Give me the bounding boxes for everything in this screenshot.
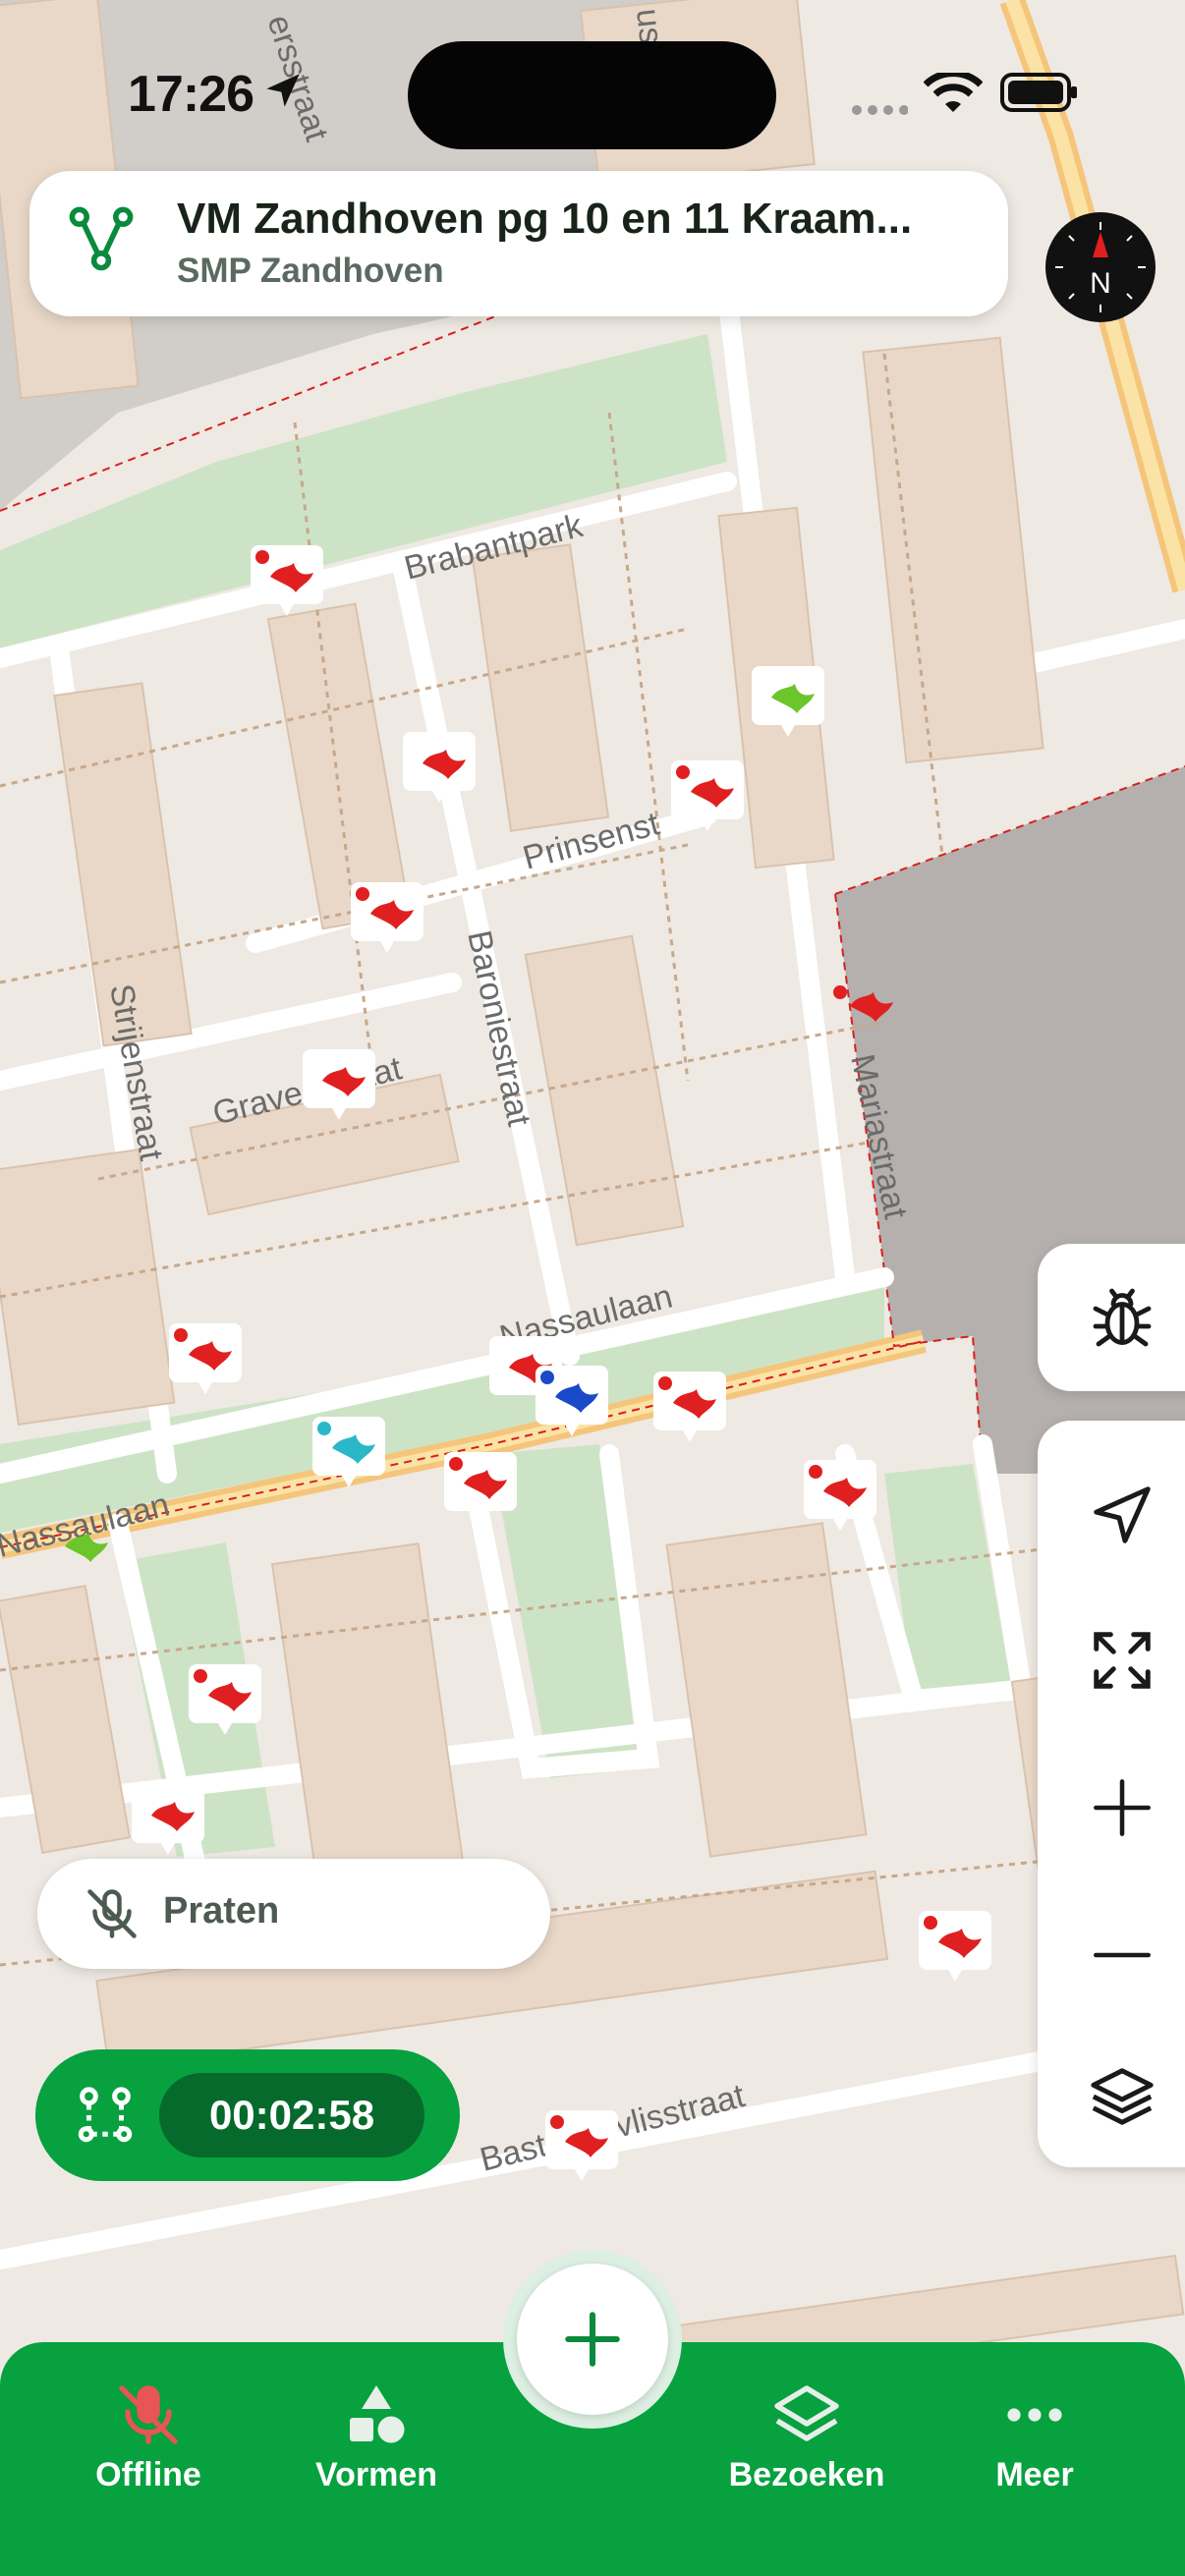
plus-icon <box>565 2312 620 2367</box>
nav-label-bezoeken: Bezoeken <box>728 2456 885 2493</box>
compass-icon: N <box>1051 218 1150 316</box>
mic-off-icon <box>119 2385 178 2444</box>
project-title: VM Zandhoven pg 10 en 11 Kraam... <box>177 195 913 243</box>
zoom-in-button[interactable] <box>1075 1761 1169 1855</box>
nav-label-offline: Offline <box>95 2456 201 2493</box>
bug-icon <box>1093 1288 1152 1347</box>
timer-display: 00:02:58 <box>159 2073 424 2157</box>
add-observation-button[interactable] <box>517 2264 668 2415</box>
location-arrow-icon <box>266 74 300 107</box>
minus-icon <box>1094 1952 1151 1958</box>
more-icon <box>1007 2408 1062 2422</box>
locate-button[interactable] <box>1075 1468 1169 1562</box>
expand-icon <box>1094 1632 1151 1689</box>
layers-icon <box>774 2385 839 2441</box>
signal-icon <box>852 105 908 115</box>
talk-label: Praten <box>163 1890 280 1932</box>
route-points-icon <box>78 2087 133 2143</box>
dynamic-island <box>408 41 776 149</box>
zoom-out-button[interactable] <box>1075 1908 1169 2002</box>
fit-bounds-button[interactable] <box>1075 1613 1169 1708</box>
nav-vormen[interactable]: Vormen <box>273 2380 480 2507</box>
project-subtitle: SMP Zandhoven <box>177 252 444 290</box>
battery-icon <box>1000 73 1077 112</box>
talk-button[interactable]: Praten <box>37 1859 550 1969</box>
shapes-icon <box>350 2385 405 2443</box>
nav-bezoeken[interactable]: Bezoeken <box>704 2380 910 2507</box>
clock: 17:26 <box>128 66 254 123</box>
map-controls-panel <box>1038 1421 1185 2167</box>
map-view[interactable]: Brabantpark Prinsenst Strijenstraat Grav… <box>0 0 1185 2576</box>
bug-button[interactable] <box>1075 1270 1169 1365</box>
mic-off-icon <box>87 1889 137 1938</box>
side-panel-top <box>1038 1244 1185 1391</box>
wifi-icon <box>924 73 983 112</box>
project-header-card[interactable]: VM Zandhoven pg 10 en 11 Kraam... SMP Za… <box>29 171 1008 316</box>
nav-label-meer: Meer <box>995 2456 1074 2493</box>
status-bar: 17:26 <box>0 0 1185 167</box>
nav-offline[interactable]: Offline <box>45 2380 252 2507</box>
navigate-arrow-icon <box>1094 1486 1151 1543</box>
nav-meer[interactable]: Meer <box>931 2380 1138 2507</box>
compass-label: N <box>1090 267 1111 300</box>
nav-label-vormen: Vormen <box>314 2456 438 2493</box>
layers-button[interactable] <box>1075 2049 1169 2144</box>
route-icon <box>69 206 134 271</box>
layers-icon <box>1091 2068 1154 2125</box>
plus-icon <box>1094 1779 1151 1836</box>
compass-button[interactable]: N <box>1045 212 1156 322</box>
timer-value: 00:02:58 <box>208 2092 375 2138</box>
tracking-timer[interactable]: 00:02:58 <box>35 2049 460 2181</box>
